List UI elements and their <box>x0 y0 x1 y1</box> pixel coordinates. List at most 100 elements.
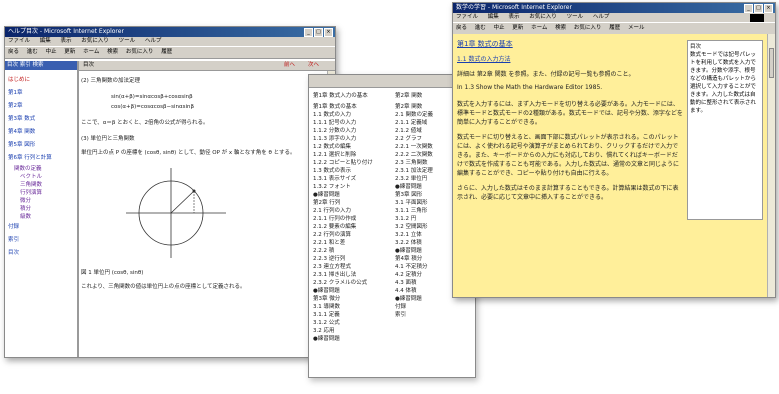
toc-list-item[interactable]: 1.1.1 記号の入力 <box>313 119 389 127</box>
sidebar-item-ch2[interactable]: 第2章 <box>8 100 74 113</box>
toc-list-item[interactable]: 第1章 数式の基本 <box>313 103 389 111</box>
stop-button[interactable]: 中止 <box>494 25 505 31</box>
article-heading[interactable]: 第1章 数式の基本 <box>457 40 683 49</box>
sidebar-item-ch6[interactable]: 第6章 行列と計算 <box>8 152 74 165</box>
maximize-button[interactable]: □ <box>754 4 763 13</box>
sidebar-item-ch4[interactable]: 第4章 関数 <box>8 126 74 139</box>
toc-list-item[interactable]: ●練習問題 <box>313 287 389 295</box>
minimize-button[interactable]: _ <box>744 4 753 13</box>
back-button[interactable]: 戻る <box>8 49 19 55</box>
article-subheading[interactable]: 1.1 数式の入力方法 <box>457 55 683 64</box>
sidebar-item-ch5[interactable]: 第5章 図形 <box>8 139 74 152</box>
toc-list-item[interactable]: 2.2.3 逆行列 <box>313 255 389 263</box>
toc-list-item[interactable]: 2.2 行列の演算 <box>313 231 389 239</box>
history-button[interactable]: 履歴 <box>161 49 172 55</box>
menu-view[interactable]: 表示 <box>61 38 72 44</box>
toc-list-item[interactable]: 1.3 数式の表示 <box>313 167 389 175</box>
home-button[interactable]: ホーム <box>531 25 547 31</box>
menu-favorites[interactable]: お気に入り <box>81 38 109 44</box>
menu-view[interactable]: 表示 <box>509 14 520 20</box>
article-paragraph: 数式を入力するには、まず入力モードを切り替える必要がある。入力モードには、標準モ… <box>457 101 683 126</box>
sidebar-item-contents[interactable]: 目次 <box>8 247 74 260</box>
toc-list-item[interactable]: 2.3.1 掃き出し法 <box>313 271 389 279</box>
favorites-button[interactable]: お気に入り <box>574 25 602 31</box>
toc-list-item[interactable]: 1.2.1 選択と削除 <box>313 151 389 159</box>
favorites-button[interactable]: お気に入り <box>126 49 154 55</box>
menu-edit[interactable]: 編集 <box>40 38 51 44</box>
toc-list-item[interactable]: 索引 <box>395 311 471 319</box>
toc-list-item[interactable]: 1.3.2 フォント <box>313 183 389 191</box>
toc-list-item[interactable]: 3.1.1 定義 <box>313 311 389 319</box>
menu-favorites[interactable]: お気に入り <box>529 14 557 20</box>
toc-list-item[interactable]: 1.1.3 添字の入力 <box>313 135 389 143</box>
menu-edit[interactable]: 編集 <box>488 14 499 20</box>
toc-window: 第1章 数式入力の基本 第1章 数式の基本 1.1 数式の入力 1.1.1 記号の入… <box>308 74 476 378</box>
nav-prev-link[interactable]: 前へ <box>284 61 295 70</box>
menu-file[interactable]: ファイル <box>456 14 478 20</box>
content-scrollbar[interactable] <box>767 34 775 297</box>
search-button[interactable]: 検索 <box>555 25 566 31</box>
sidebar-tabs[interactable]: 目次 索引 検索 <box>5 61 77 70</box>
toc-list-item[interactable]: 1.3.1 表示サイズ <box>313 175 389 183</box>
history-button[interactable]: 履歴 <box>609 25 620 31</box>
toc-list-item[interactable]: 1.2 数式の編集 <box>313 143 389 151</box>
toc-list-item[interactable]: 付録 <box>395 303 471 311</box>
toc-list-item[interactable]: 3.1.2 公式 <box>313 319 389 327</box>
close-button[interactable]: × <box>324 28 333 37</box>
sidebar-subitem[interactable]: 関数の定義 <box>8 165 74 173</box>
toc-list-item[interactable]: 第2章 行列 <box>313 199 389 207</box>
maximize-button[interactable]: □ <box>314 28 323 37</box>
article-english-line: In 1.3 Show the Math the Hardware Editor… <box>457 84 603 91</box>
article-link-paragraph: 詳細は 第2章 関数 を参照。また、付録の記号一覧も参照のこと。 <box>457 71 635 78</box>
toc-list-item[interactable]: 2.3 連立方程式 <box>313 263 389 271</box>
sidebar-subitem[interactable]: 積分 <box>8 205 74 213</box>
sidebar-item-index[interactable]: 索引 <box>8 234 74 247</box>
search-button[interactable]: 検索 <box>107 49 118 55</box>
refresh-button[interactable]: 更新 <box>64 49 75 55</box>
toc-list-item[interactable]: 2.2.2 積 <box>313 247 389 255</box>
toc-list-item[interactable]: 3.2 応用 <box>313 327 389 335</box>
close-button[interactable]: × <box>764 4 773 13</box>
toc-list-item[interactable]: 2.1 行列の入力 <box>313 207 389 215</box>
sidebar-item-appendix[interactable]: 付録 <box>8 221 74 234</box>
toc-list-item[interactable]: ●練習問題 <box>313 335 389 343</box>
home-button[interactable]: ホーム <box>83 49 99 55</box>
toc-list-item[interactable]: 1.1 数式の入力 <box>313 111 389 119</box>
refresh-button[interactable]: 更新 <box>512 25 523 31</box>
toc-list-item[interactable]: 2.1.1 行列の作成 <box>313 215 389 223</box>
sidebar-item-ch1[interactable]: 第1章 <box>8 87 74 100</box>
minimize-button[interactable]: _ <box>304 28 313 37</box>
toc-list-item[interactable]: 3.1 導関数 <box>313 303 389 311</box>
content-paragraph: ここで、α＝β とおくと、2倍角の公式が得られる。 <box>81 120 209 126</box>
forward-button[interactable]: 進む <box>475 25 486 31</box>
sidebar-subitem[interactable]: ベクトル <box>8 173 74 181</box>
mail-button[interactable]: メール <box>628 25 645 31</box>
sidebar-item-ch3[interactable]: 第3章 数式 <box>8 113 74 126</box>
toc-column-1: 第1章 数式入力の基本 第1章 数式の基本 1.1 数式の入力 1.1.1 記号の入… <box>313 92 389 343</box>
sidebar-subitem[interactable]: 三角関数 <box>8 181 74 189</box>
sidebar-subitem[interactable]: 微分 <box>8 197 74 205</box>
sidebar-subitem[interactable]: 行列演算 <box>8 189 74 197</box>
scrollbar-thumb[interactable] <box>769 48 774 78</box>
toc-list-item[interactable]: 2.2.1 和と差 <box>313 239 389 247</box>
sidebar-subitem[interactable]: 級数 <box>8 213 74 221</box>
toc-list-item[interactable]: 2.1.2 要素の編集 <box>313 223 389 231</box>
toc-list-item[interactable]: 2.3.2 クラメルの公式 <box>313 279 389 287</box>
menu-tools[interactable]: ツール <box>567 14 584 20</box>
toc-list-item[interactable]: ●練習問題 <box>313 191 389 199</box>
toc-list-item[interactable]: 1.1.2 分数の入力 <box>313 127 389 135</box>
menu-file[interactable]: ファイル <box>8 38 30 44</box>
forward-button[interactable]: 進む <box>27 49 38 55</box>
content-paragraph: 単位円上の点 P の座標を (cosθ, sinθ) として、動径 OP が x… <box>81 150 296 156</box>
toc-list-item[interactable]: 1.2.2 コピーと貼り付け <box>313 159 389 167</box>
stop-button[interactable]: 中止 <box>46 49 57 55</box>
main-article: 第1章 数式の基本 1.1 数式の入力方法 詳細は 第2章 関数 を参照。また、… <box>457 40 683 293</box>
menu-help[interactable]: ヘルプ <box>145 38 162 44</box>
menu-help[interactable]: ヘルプ <box>593 14 610 20</box>
menu-tools[interactable]: ツール <box>119 38 136 44</box>
sidebar-item-intro[interactable]: はじめに <box>8 74 74 87</box>
nav-next-link[interactable]: 次へ <box>308 61 319 70</box>
back-button[interactable]: 戻る <box>456 25 467 31</box>
toc-list-item[interactable]: 第3章 微分 <box>313 295 389 303</box>
content-subheading: (3) 単位円と三角関数 <box>81 136 135 142</box>
